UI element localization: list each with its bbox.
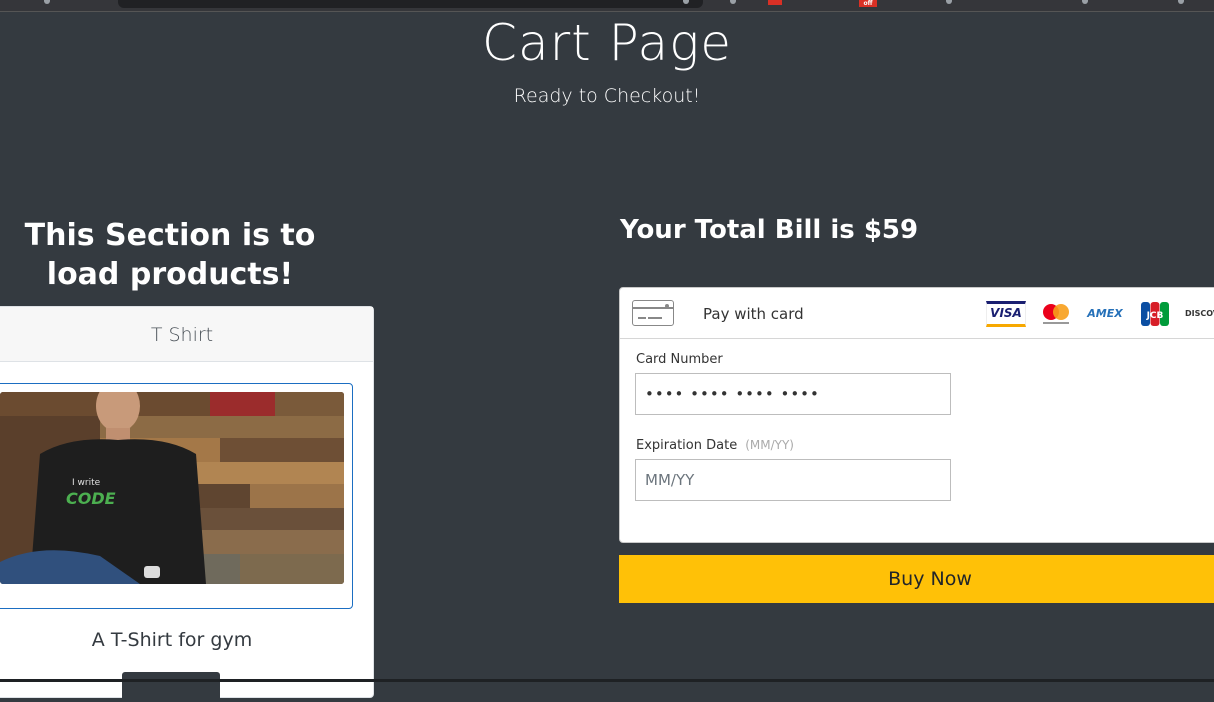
- svg-text:JCB: JCB: [1146, 311, 1164, 321]
- browser-menu-icon[interactable]: [1178, 0, 1184, 4]
- card-number-input[interactable]: •••• •••• •••• ••••: [635, 373, 951, 415]
- browser-reload-icon[interactable]: [44, 0, 50, 4]
- discover-logo-icon: DISCOVER: [1185, 309, 1214, 318]
- expiration-date-hint: (MM/YY): [745, 438, 794, 452]
- page-title: Cart Page: [482, 14, 732, 72]
- mastercard-logo-icon: [1041, 301, 1071, 327]
- expiration-date-label-text: Expiration Date: [636, 438, 738, 453]
- buy-now-label: Buy Now: [888, 568, 972, 590]
- browser-toolbar-strip: off: [0, 0, 1214, 12]
- visa-logo-icon: VISA: [986, 301, 1026, 327]
- extension-icon[interactable]: [768, 0, 782, 5]
- jcb-logo-icon: JCB: [1140, 301, 1170, 327]
- product-name: T Shirt: [0, 307, 373, 362]
- credit-card-icon: [632, 300, 674, 326]
- amex-logo-icon: AMEX: [1087, 307, 1123, 320]
- shirt-print-large: CODE: [66, 489, 116, 508]
- shirt-print-small: I write: [72, 478, 101, 488]
- expiration-date-label: Expiration Date (MM/YY): [636, 438, 794, 453]
- extension-off-badge-icon[interactable]: off: [859, 0, 877, 7]
- extension-icon[interactable]: [946, 0, 952, 4]
- expiration-date-input[interactable]: MM/YY: [635, 459, 951, 501]
- product-card: T Shirt I write CODE A T-Shirt for gym: [0, 306, 374, 702]
- product-image: I write CODE: [0, 392, 344, 584]
- product-description: A T-Shirt for gym: [91, 629, 253, 651]
- pay-with-card-label: Pay with card: [703, 305, 804, 323]
- products-section-heading: This Section is to load products!: [24, 218, 316, 292]
- payment-form: Pay with card VISA AMEX JCB DISCOVER Car…: [619, 287, 1214, 543]
- total-bill-heading: Your Total Bill is $59: [620, 215, 919, 245]
- page-subtitle: Ready to Checkout!: [513, 85, 701, 107]
- payment-form-header: Pay with card VISA AMEX JCB DISCOVER: [620, 288, 1214, 339]
- extension-icon[interactable]: [730, 0, 736, 4]
- extension-icon[interactable]: [1082, 0, 1088, 4]
- browser-address-bar[interactable]: [118, 0, 703, 8]
- card-number-label: Card Number: [636, 352, 723, 367]
- product-action-button[interactable]: [122, 672, 220, 702]
- buy-now-button[interactable]: Buy Now: [619, 555, 1214, 603]
- product-image-frame[interactable]: I write CODE: [0, 383, 353, 609]
